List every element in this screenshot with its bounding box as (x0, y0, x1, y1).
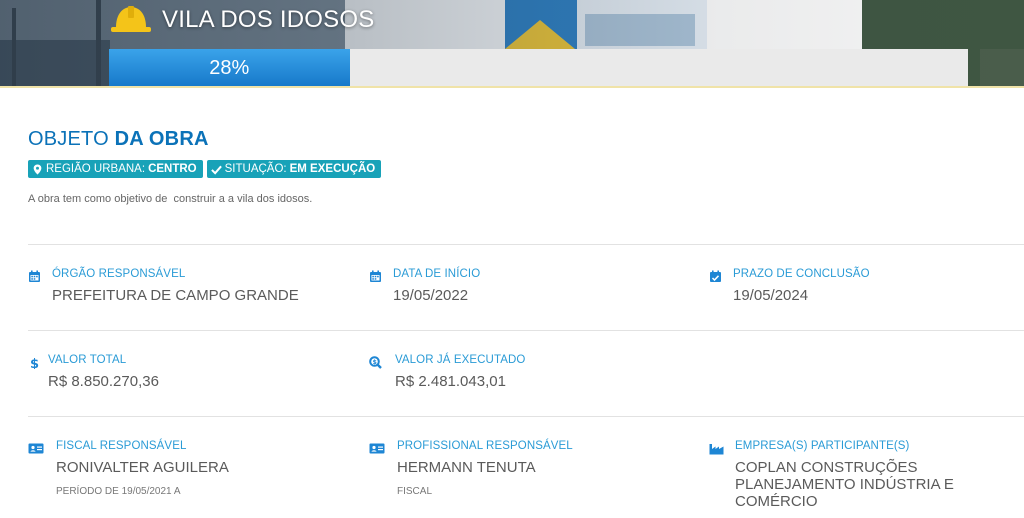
field-profissional-label: PROFISSIONAL RESPONSÁVEL (397, 440, 573, 452)
progress-fill: 28% (109, 49, 350, 87)
progress-bar: 28% (109, 49, 968, 87)
check-icon (210, 165, 222, 175)
tag-situacao-label: SITUAÇÃO: (224, 163, 287, 175)
divider (28, 244, 1024, 245)
divider (28, 330, 1024, 331)
section-title: OBJETO DA OBRA (28, 128, 209, 151)
svg-text:$: $ (373, 359, 377, 366)
calendar-check-icon (709, 270, 722, 283)
tag-regiao-label: REGIÃO URBANA: (46, 163, 146, 175)
id-card-icon (369, 442, 385, 455)
field-orgao-label: ÓRGÃO RESPONSÁVEL (52, 268, 186, 280)
tag-regiao: REGIÃO URBANA: CENTRO (28, 160, 203, 178)
field-valor-total-value: R$ 8.850.270,36 (48, 373, 159, 390)
industry-icon (709, 442, 724, 455)
calendar-icon (369, 270, 382, 283)
field-valor-executado-value: R$ 2.481.043,01 (395, 373, 506, 390)
field-fiscal-sub: PERÍODO DE 19/05/2021 A (56, 486, 181, 497)
hero-banner: VILA DOS IDOSOS 28% (0, 0, 1024, 88)
map-marker-icon (33, 163, 42, 175)
field-empresa-label: EMPRESA(S) PARTICIPANTE(S) (735, 440, 910, 452)
project-description: A obra tem como objetivo de construir a … (28, 193, 313, 205)
hard-hat-icon (111, 6, 151, 32)
banner-bottom-border (0, 86, 1024, 88)
tag-situacao-value: EM EXECUÇÃO (289, 163, 376, 175)
field-profissional-sub: FISCAL (397, 486, 433, 497)
id-card-icon (28, 442, 44, 455)
search-dollar-icon: $ (369, 356, 382, 369)
divider (28, 416, 1024, 417)
field-empresa-value: COPLAN CONSTRUÇÕES PLANEJAMENTO INDÚSTRI… (735, 459, 954, 510)
section-title-bold: DA OBRA (114, 128, 209, 150)
field-valor-total-label: VALOR TOTAL (48, 354, 127, 366)
field-data-inicio-label: DATA DE INÍCIO (393, 268, 481, 280)
dollar-icon: $ (28, 356, 41, 369)
field-fiscal-label: FISCAL RESPONSÁVEL (56, 440, 187, 452)
tags: REGIÃO URBANA: CENTRO SITUAÇÃO: EM EXECU… (28, 160, 382, 178)
svg-text:$: $ (30, 357, 39, 369)
field-data-inicio-value: 19/05/2022 (393, 287, 469, 304)
section-title-light: OBJETO (28, 128, 109, 150)
field-profissional-value: HERMANN TENUTA (397, 459, 536, 476)
project-title-text: VILA DOS IDOSOS (162, 6, 375, 33)
tag-situacao: SITUAÇÃO: EM EXECUÇÃO (206, 160, 382, 178)
field-prazo-label: PRAZO DE CONCLUSÃO (733, 268, 870, 280)
field-prazo-value: 19/05/2024 (733, 287, 809, 304)
project-title: VILA DOS IDOSOS (108, 2, 374, 38)
field-orgao-value: PREFEITURA DE CAMPO GRANDE (52, 287, 299, 304)
field-valor-executado-label: VALOR JÁ EXECUTADO (395, 354, 526, 366)
progress-label: 28% (209, 56, 250, 79)
tag-regiao-value: CENTRO (148, 163, 197, 175)
calendar-icon (28, 270, 41, 283)
field-fiscal-value: RONIVALTER AGUILERA (56, 459, 229, 476)
